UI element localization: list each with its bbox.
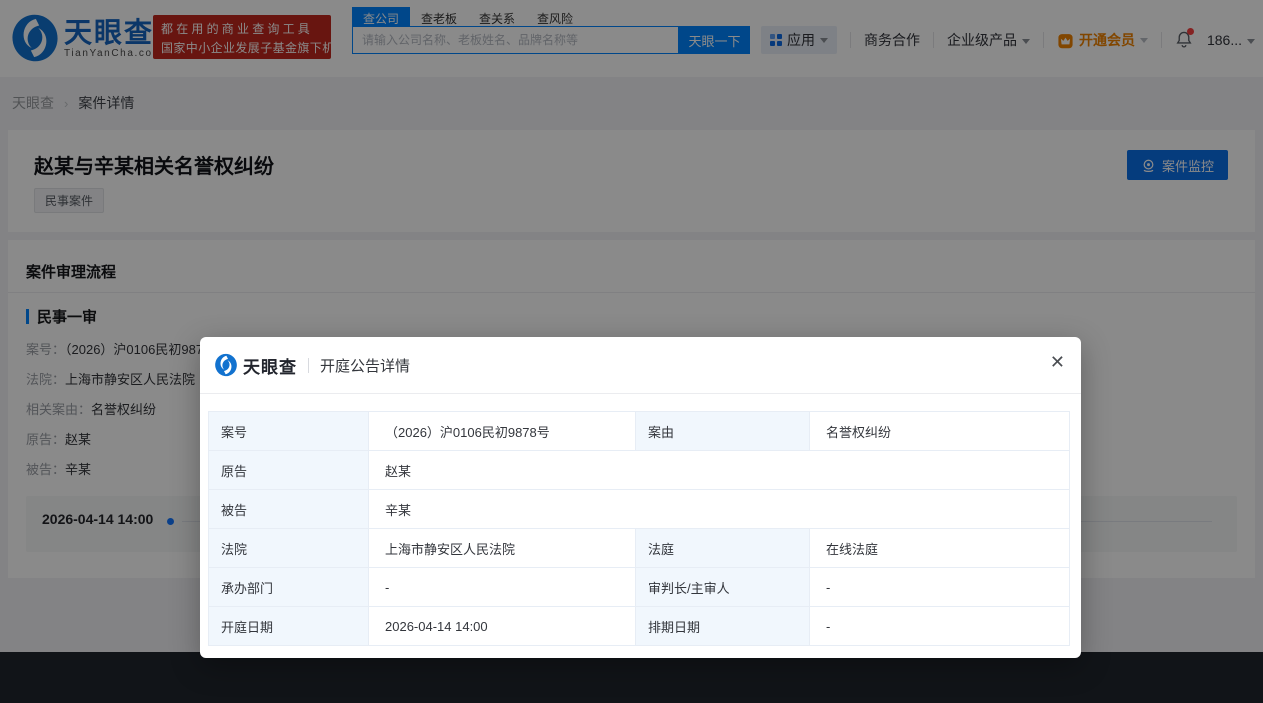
table-row: 案号 （2026）沪0106民初9878号 案由 名誉权纠纷 <box>209 412 1070 451</box>
table-label-cell: 案由 <box>636 412 810 451</box>
table-value-cell: 2026-04-14 14:00 <box>369 607 636 646</box>
modal-header: 天眼查 开庭公告详情 ✕ <box>200 337 1081 394</box>
table-row: 开庭日期 2026-04-14 14:00 排期日期 - <box>209 607 1070 646</box>
table-row: 被告 辛某 <box>209 490 1070 529</box>
table-value-cell: 辛某 <box>369 490 1070 529</box>
table-value-cell: （2026）沪0106民初9878号 <box>369 412 636 451</box>
table-value-cell: 在线法庭 <box>810 529 1070 568</box>
close-icon[interactable]: ✕ <box>1050 353 1065 371</box>
table-label-cell: 案号 <box>209 412 369 451</box>
hearing-detail-modal: 天眼查 开庭公告详情 ✕ 案号 （2026）沪0106民初9878号 案由 名誉… <box>200 337 1081 658</box>
table-label-cell: 承办部门 <box>209 568 369 607</box>
table-label-cell: 法院 <box>209 529 369 568</box>
table-value-cell: - <box>369 568 636 607</box>
table-value-cell: 名誉权纠纷 <box>810 412 1070 451</box>
table-label-cell: 开庭日期 <box>209 607 369 646</box>
divider <box>308 358 309 373</box>
table-label-cell: 原告 <box>209 451 369 490</box>
table-row: 承办部门 - 审判长/主审人 - <box>209 568 1070 607</box>
hearing-detail-table: 案号 （2026）沪0106民初9878号 案由 名誉权纠纷 原告 赵某 被告 … <box>208 411 1070 646</box>
modal-title: 开庭公告详情 <box>320 355 410 376</box>
table-value-cell: - <box>810 607 1070 646</box>
table-label-cell: 排期日期 <box>636 607 810 646</box>
table-row: 法院 上海市静安区人民法院 法庭 在线法庭 <box>209 529 1070 568</box>
table-value-cell: 赵某 <box>369 451 1070 490</box>
table-value-cell: - <box>810 568 1070 607</box>
modal-brand-text: 天眼查 <box>243 353 297 378</box>
tianyancha-swirl-icon <box>214 353 238 377</box>
table-label-cell: 审判长/主审人 <box>636 568 810 607</box>
table-row: 原告 赵某 <box>209 451 1070 490</box>
table-label-cell: 法庭 <box>636 529 810 568</box>
table-value-cell: 上海市静安区人民法院 <box>369 529 636 568</box>
table-label-cell: 被告 <box>209 490 369 529</box>
